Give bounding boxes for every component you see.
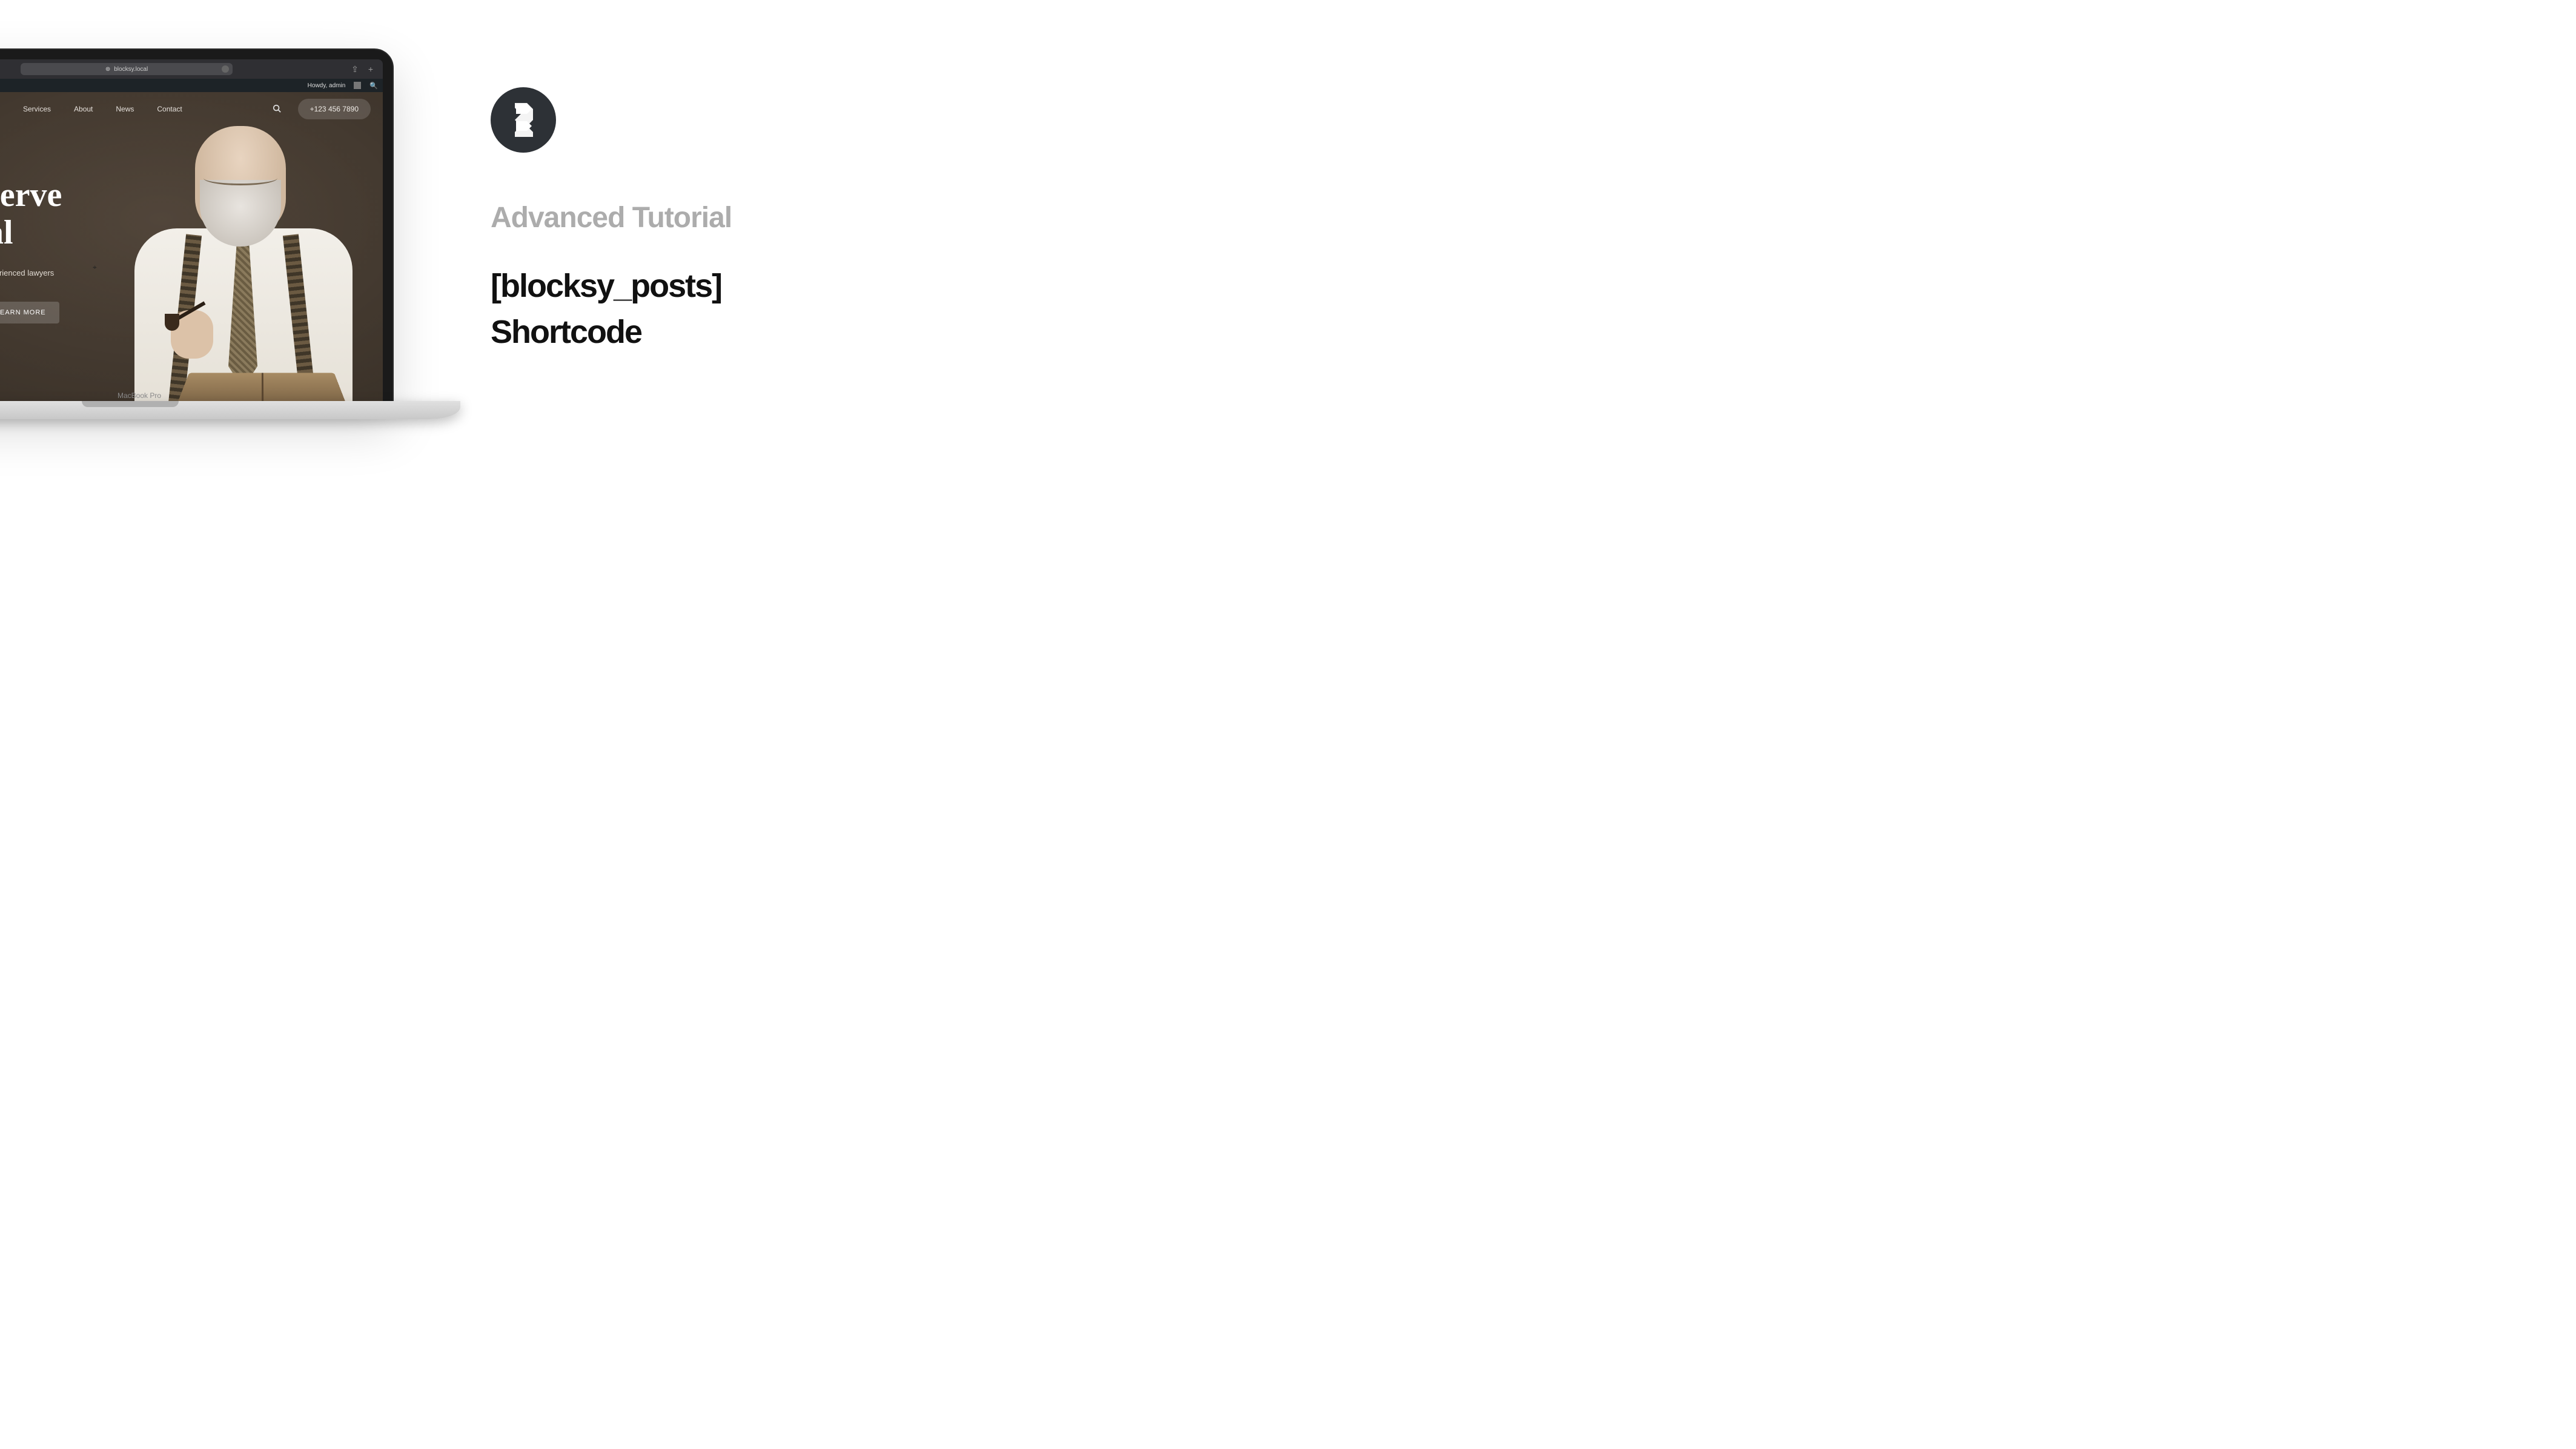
- hero-section: serve al xperienced lawyers EARN MORE: [0, 177, 62, 323]
- browser-toolbar: ⊕ blocksy.local ⇪ +: [0, 59, 383, 79]
- nav-link-news[interactable]: News: [116, 105, 134, 113]
- share-icon[interactable]: ⇪: [351, 64, 359, 75]
- tutorial-subtitle: Advanced Tutorial: [491, 201, 830, 234]
- laptop-mockup: ⊕ blocksy.local ⇪ + Edit Page WPForms Ho…: [0, 48, 460, 436]
- cursor-icon: ⌖: [93, 263, 97, 272]
- main-nav: Services About News Contact: [23, 105, 182, 113]
- nav-link-contact[interactable]: Contact: [157, 105, 182, 113]
- search-icon[interactable]: [273, 104, 281, 114]
- site-header: Services About News Contact +123 456 789…: [0, 92, 383, 126]
- nav-link-services[interactable]: Services: [23, 105, 51, 113]
- phone-button[interactable]: +123 456 7890: [298, 99, 371, 119]
- hero-image-person: [110, 122, 377, 409]
- tutorial-info-panel: Advanced Tutorial [blocksy_posts] Shortc…: [491, 87, 830, 355]
- website-viewport: Services About News Contact +123 456 789…: [0, 92, 383, 409]
- avatar[interactable]: [354, 82, 361, 89]
- hero-title: serve al: [0, 177, 62, 251]
- reload-icon[interactable]: [222, 65, 229, 73]
- blocksy-logo: [491, 87, 556, 153]
- laptop-screen: ⊕ blocksy.local ⇪ + Edit Page WPForms Ho…: [0, 59, 383, 409]
- lock-icon: ⊕: [105, 66, 110, 73]
- laptop-model-label: MacBook Pro: [0, 391, 460, 400]
- learn-more-button[interactable]: EARN MORE: [0, 302, 59, 323]
- logo-b-icon: [509, 103, 538, 137]
- tutorial-title-line1: [blocksy_posts]: [491, 264, 830, 310]
- new-tab-icon[interactable]: +: [368, 64, 373, 75]
- address-bar[interactable]: ⊕ blocksy.local: [21, 63, 233, 75]
- hero-subtitle: xperienced lawyers: [0, 268, 62, 277]
- search-icon[interactable]: 🔍: [369, 82, 378, 90]
- wp-greeting[interactable]: Howdy, admin: [308, 82, 346, 89]
- browser-actions: ⇪ +: [351, 64, 373, 75]
- tutorial-title-line2: Shortcode: [491, 310, 830, 356]
- laptop-lid: ⊕ blocksy.local ⇪ + Edit Page WPForms Ho…: [0, 48, 394, 412]
- nav-link-about[interactable]: About: [74, 105, 93, 113]
- address-text: blocksy.local: [114, 66, 148, 73]
- laptop-base: [0, 401, 460, 419]
- wp-admin-bar: Edit Page WPForms Howdy, admin 🔍: [0, 79, 383, 92]
- laptop-notch: [82, 401, 179, 407]
